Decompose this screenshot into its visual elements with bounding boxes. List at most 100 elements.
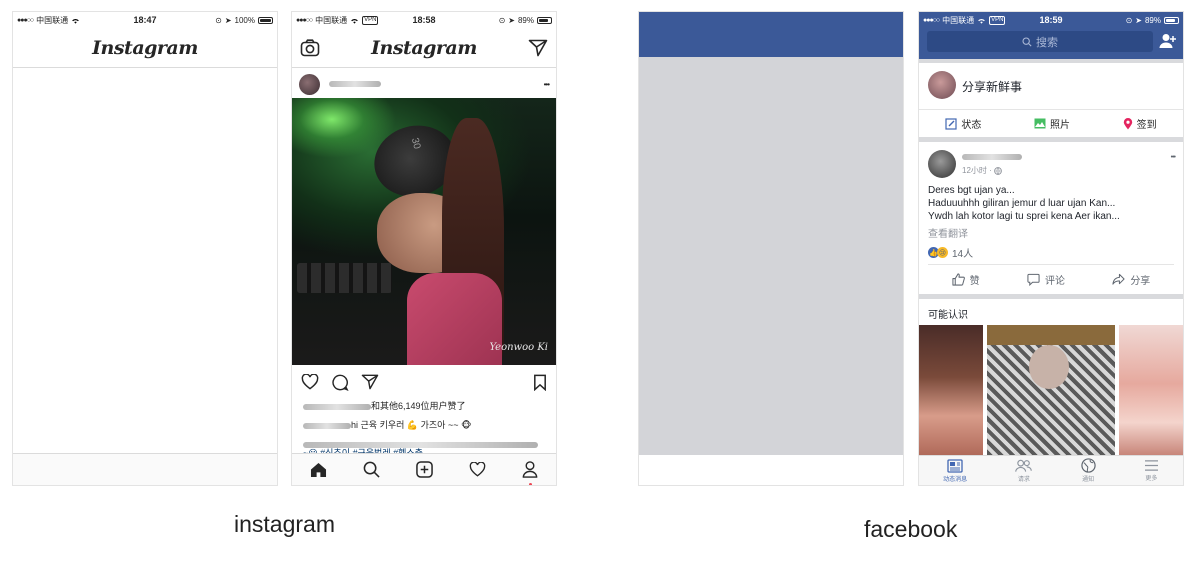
status-bar: ●●●○○ 中国联通 VPN 18:58 ⊙ ➤ 89% <box>292 12 556 28</box>
share-icon[interactable] <box>361 374 379 390</box>
reactions-summary[interactable]: 👍 😢 14人 <box>928 245 973 260</box>
comment-button[interactable]: 评论 <box>1027 272 1065 287</box>
post-buttons: 赞 评论 分享 <box>928 264 1174 294</box>
photo-button[interactable]: 照片 <box>1034 116 1070 131</box>
pymk-card[interactable] <box>987 325 1115 455</box>
battery-percent: 100% <box>234 15 255 25</box>
status-bar: ●●●○○ 中国联通 18:47 ⊙ ➤ 100% <box>13 12 277 28</box>
pymk-card[interactable] <box>1119 325 1183 455</box>
photo-watermark: Yeonwoo Ki <box>489 342 548 353</box>
facebook-blank-screen <box>638 11 904 486</box>
share-button[interactable]: 分享 <box>1112 272 1150 287</box>
see-translation-link[interactable]: 查看翻译 <box>928 225 968 240</box>
carrier-label: 中国联通 <box>36 15 69 25</box>
battery-icon <box>537 16 552 24</box>
wifi-icon <box>72 18 79 24</box>
rotation-lock-icon: ⊙ <box>1125 15 1133 25</box>
share-prompt[interactable]: 分享新鲜事 <box>962 78 1022 95</box>
post-more-icon[interactable]: ••• <box>544 80 550 89</box>
share-icon <box>1112 273 1125 285</box>
top-clothing <box>407 273 502 365</box>
heart-icon[interactable] <box>301 374 319 390</box>
comment-icon <box>1027 273 1040 286</box>
avatar[interactable] <box>928 71 956 99</box>
status-button[interactable]: 状态 <box>945 116 981 131</box>
post-photo[interactable]: 30 Yeonwoo Ki <box>292 98 556 365</box>
location-arrow-icon: ➤ <box>1135 15 1142 25</box>
header-bar: ●●●○○ 中国联通 VPN 18:59 ⊙ ➤ 89% 搜索 <box>919 12 1183 59</box>
news-feed-icon <box>947 458 963 473</box>
instagram-logo: Instagram <box>92 36 198 59</box>
friends-icon <box>1015 459 1033 472</box>
search-icon <box>1022 36 1032 47</box>
sad-reaction-icon: 😢 <box>937 247 948 258</box>
post-time-line: 12小时 · <box>962 165 1002 176</box>
status-bar: ●●●○○ 中国联通 VPN 18:59 ⊙ ➤ 89% <box>919 12 1183 28</box>
rotation-lock-icon: ⊙ <box>215 15 222 25</box>
tab-bar: 动态消息 请求 通知 更多 <box>919 455 1183 485</box>
battery-percent: 89% <box>517 15 534 25</box>
blurred-caption-user <box>303 422 351 429</box>
post-avatar[interactable] <box>928 150 956 178</box>
home-icon[interactable] <box>310 462 327 478</box>
tab-notifications[interactable]: 通知 <box>1080 458 1096 483</box>
vpn-badge: VPN <box>989 15 1006 25</box>
notification-dot <box>529 483 532 485</box>
battery-icon <box>1164 16 1179 24</box>
composer: 分享新鲜事 状态 照片 签到 <box>919 63 1183 137</box>
bookmark-icon[interactable] <box>533 374 547 391</box>
blurred-poster-name[interactable] <box>962 154 1022 160</box>
instagram-caption: instagram <box>234 511 335 537</box>
battery-percent: 89% <box>1144 15 1161 25</box>
instagram-blank-screen: ●●●○○ 中国联通 18:47 ⊙ ➤ 100% Instagram <box>12 11 278 486</box>
location-arrow-icon: ➤ <box>508 15 515 25</box>
search-icon[interactable] <box>363 461 380 478</box>
tab-label: 请求 <box>1017 476 1030 483</box>
facebook-caption: facebook <box>864 516 958 542</box>
post-text-line: Ywdh lah kotor lagi tu sprei kena Aer ik… <box>928 211 1120 222</box>
post-more-icon[interactable]: ••• <box>1171 154 1176 161</box>
like-label: 赞 <box>969 276 980 287</box>
direct-message-icon[interactable] <box>528 39 548 57</box>
status-label: 状态 <box>961 120 982 131</box>
location-arrow-icon: ➤ <box>224 15 232 25</box>
like-button[interactable]: 赞 <box>952 272 980 287</box>
face-blur <box>1029 345 1069 389</box>
likes-text: 和其他6,149位用户赞了 <box>371 401 466 411</box>
signal-icon: ●●●○○ <box>923 16 940 24</box>
tab-news-feed[interactable]: 动态消息 <box>943 458 967 483</box>
search-input[interactable]: 搜索 <box>927 31 1153 52</box>
tab-requests[interactable]: 请求 <box>1015 459 1033 483</box>
pymk-card[interactable] <box>919 325 983 455</box>
comment-icon[interactable] <box>331 374 349 391</box>
location-pin-icon <box>1123 117 1132 129</box>
post-header: ••• <box>292 69 556 99</box>
avatar[interactable] <box>299 73 320 95</box>
activity-heart-icon[interactable] <box>469 462 486 477</box>
camera-icon[interactable] <box>300 38 320 57</box>
checkin-label: 签到 <box>1136 120 1157 131</box>
caption-text: hi 근육 키우러 💪 가즈아 ~~ 🐵 <box>351 420 472 430</box>
tab-bar-empty <box>13 453 277 485</box>
carrier-label: 中国联通 <box>315 15 348 25</box>
header: Instagram <box>13 28 277 68</box>
header-bar <box>639 12 903 57</box>
add-post-icon[interactable] <box>416 461 433 478</box>
reactions-count: 14人 <box>952 249 974 260</box>
background-wall <box>987 325 1115 345</box>
photo-icon <box>1034 118 1046 129</box>
friend-requests-icon[interactable] <box>1159 33 1177 49</box>
share-label: 分享 <box>1130 276 1151 287</box>
rotation-lock-icon: ⊙ <box>498 15 506 25</box>
caption-line: hi 근육 키우러 💪 가즈아 ~~ 🐵 <box>303 418 471 431</box>
blurred-username[interactable] <box>329 81 381 87</box>
post-text-line: Deres bgt ujan ya... <box>928 185 1015 196</box>
photo-label: 照片 <box>1049 120 1070 131</box>
likes-line[interactable]: 和其他6,149位用户赞了 <box>303 399 466 412</box>
tab-more[interactable]: 更多 <box>1144 459 1159 482</box>
clock: 18:58 <box>412 15 436 25</box>
profile-icon[interactable] <box>522 461 538 485</box>
facebook-feed-screen: ●●●○○ 中国联通 VPN 18:59 ⊙ ➤ 89% 搜索 分享新鲜事 状态… <box>918 11 1184 486</box>
checkin-button[interactable]: 签到 <box>1123 116 1157 131</box>
carrier-label: 中国联通 <box>942 15 975 25</box>
